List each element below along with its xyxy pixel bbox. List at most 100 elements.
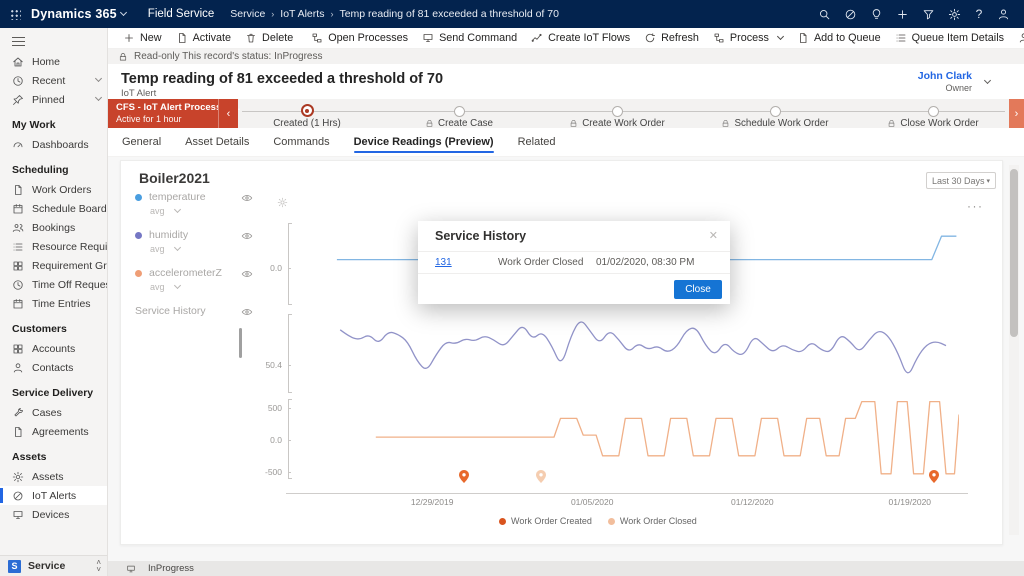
bpf-next-chevron[interactable]: › <box>1009 99 1024 128</box>
sidebar-item-resource-requireme-[interactable]: Resource Requireme... <box>0 237 107 256</box>
funnel-icon[interactable] <box>922 8 935 21</box>
sitemap-collapse-icon[interactable] <box>12 37 25 46</box>
app-launcher-waffle-icon[interactable] <box>10 9 21 20</box>
command-process[interactable]: Process <box>706 32 790 44</box>
visibility-eye-icon[interactable] <box>241 192 253 204</box>
environment-name[interactable]: Field Service <box>148 8 214 20</box>
dialog-close-x-icon[interactable]: ✕ <box>709 229 718 242</box>
dialog-close-button[interactable]: Close <box>674 280 722 299</box>
command-bar: NewActivateDelete Open Processes Send Comm… <box>108 28 1024 49</box>
command-open-processes[interactable]: Open Processes <box>304 32 415 44</box>
work-order-created-pin-icon[interactable] <box>929 470 939 483</box>
sidebar-item-time-off-requests[interactable]: Time Off Requests <box>0 275 107 294</box>
chart-settings-gear-icon[interactable] <box>277 197 288 208</box>
plus-icon[interactable] <box>896 8 909 21</box>
command-send-command[interactable]: Send Command <box>415 32 524 44</box>
sidebar-item-schedule-board[interactable]: Schedule Board <box>0 199 107 218</box>
series-color-dot <box>135 232 142 239</box>
tab-general[interactable]: General <box>122 136 161 156</box>
tab-device-readings-preview-[interactable]: Device Readings (Preview) <box>354 136 494 156</box>
refresh-icon <box>644 32 656 44</box>
sidebar-item-assets[interactable]: Assets <box>0 467 107 486</box>
clock-icon <box>12 279 24 291</box>
owner-field[interactable]: John Clark Owner <box>918 70 972 93</box>
sidebar-item-work-orders[interactable]: Work Orders <box>0 180 107 199</box>
series-item-temperature: temperatureavg <box>135 191 275 216</box>
series-aggregation-select[interactable]: avg <box>150 206 275 216</box>
bpf-stage-create-case[interactable]: Create Case <box>384 99 534 129</box>
sidebar-item-time-entries[interactable]: Time Entries <box>0 294 107 313</box>
command-create-iot-flows[interactable]: Create IoT Flows <box>524 32 637 44</box>
search-icon[interactable] <box>818 8 831 21</box>
monitor-icon <box>12 509 24 521</box>
tab-asset-details[interactable]: Asset Details <box>185 136 249 156</box>
sidebar-item-label: Home <box>32 56 60 68</box>
work-order-id-link[interactable]: 131 <box>435 257 452 268</box>
command-add-to-queue[interactable]: Add to Queue <box>790 32 888 44</box>
people-icon <box>12 222 24 234</box>
sidebar-item-cases[interactable]: Cases <box>0 403 107 422</box>
sidebar-item-dashboards[interactable]: Dashboards <box>0 135 107 154</box>
person-icon[interactable] <box>997 8 1010 21</box>
active-stage-bullseye-icon[interactable] <box>301 104 314 117</box>
x-axis-labels: 12/29/201901/05/202001/12/202001/19/2020 <box>311 497 959 509</box>
sidebar-item-devices[interactable]: Devices <box>0 505 107 524</box>
stage-circle-icon[interactable] <box>612 106 623 117</box>
sidebar-item-recent[interactable]: Recent <box>0 71 107 90</box>
site-map-sidebar: HomeRecentPinnedMy WorkDashboardsSchedul… <box>0 28 108 555</box>
sidebar-item-agreements[interactable]: Agreements <box>0 422 107 441</box>
grid-icon <box>12 343 24 355</box>
help-icon[interactable]: ? <box>974 8 984 21</box>
sidebar-item-iot-alerts[interactable]: IoT Alerts <box>0 486 107 505</box>
series-color-dot <box>135 194 142 201</box>
app-title[interactable]: Dynamics 365 <box>31 7 117 21</box>
sidebar-item-home[interactable]: Home <box>0 52 107 71</box>
tab-related[interactable]: Related <box>518 136 556 156</box>
command-label: Send Command <box>439 32 517 44</box>
command-assign[interactable]: Assign <box>1011 32 1024 44</box>
panel-more-icon[interactable]: ··· <box>967 199 984 213</box>
date-range-select[interactable]: Last 30 Days ▾ <box>926 172 996 189</box>
content-scrollbar-thumb[interactable] <box>1010 169 1018 337</box>
bpf-process-badge[interactable]: CFS - IoT Alert Process Fl... Active for… <box>108 99 218 128</box>
target-icon[interactable] <box>844 8 857 21</box>
sidebar-item-pinned[interactable]: Pinned <box>0 90 107 109</box>
bpf-stage-create-work-order[interactable]: Create Work Order <box>542 99 692 129</box>
breadcrumb-item[interactable]: IoT Alerts <box>280 8 324 20</box>
bpf-stage-created-1-hrs-[interactable]: Created (1 Hrs) <box>232 99 382 129</box>
header-chevron-down-icon[interactable] <box>984 77 991 84</box>
stage-circle-icon[interactable] <box>928 106 939 117</box>
accelerometerz-chart-band: 5000.0-500 <box>311 399 959 479</box>
series-color-dot <box>135 270 142 277</box>
bpf-stage-close-work-order[interactable]: Close Work Order <box>858 99 1008 129</box>
command-delete[interactable]: Delete <box>238 32 300 44</box>
command-queue-item-details[interactable]: Queue Item Details <box>888 32 1011 44</box>
command-new[interactable]: New <box>116 32 169 44</box>
area-switcher[interactable]: S Service ˄˅ <box>0 555 108 576</box>
work-order-created-pin-icon[interactable] <box>459 470 469 483</box>
breadcrumb-item[interactable]: Service <box>230 8 265 20</box>
sidebar-item-contacts[interactable]: Contacts <box>0 358 107 377</box>
work-order-closed-pin-icon[interactable] <box>536 470 546 483</box>
command-label: Queue Item Details <box>912 32 1004 44</box>
calendar-icon <box>12 203 24 215</box>
sidebar-item-requirement-groups[interactable]: Requirement Groups <box>0 256 107 275</box>
owner-name-link[interactable]: John Clark <box>918 70 972 82</box>
sidebar-item-bookings[interactable]: Bookings <box>0 218 107 237</box>
legend-work-order-closed: Work Order Closed <box>608 516 697 526</box>
lock-icon <box>569 119 578 128</box>
breadcrumb-item[interactable]: Temp reading of 81 exceeded a threshold … <box>339 8 559 20</box>
command-refresh[interactable]: Refresh <box>637 32 706 44</box>
trash-icon <box>245 32 257 44</box>
stage-circle-icon[interactable] <box>770 106 781 117</box>
work-order-timestamp: 01/02/2020, 08:30 PM <box>596 257 694 268</box>
bulb-icon[interactable] <box>870 8 883 21</box>
bpf-stage-schedule-work-order[interactable]: Schedule Work Order <box>700 99 850 129</box>
sidebar-item-label: Recent <box>32 75 65 87</box>
gear-icon[interactable] <box>948 8 961 21</box>
sidebar-item-accounts[interactable]: Accounts <box>0 339 107 358</box>
stage-circle-icon[interactable] <box>454 106 465 117</box>
tab-commands[interactable]: Commands <box>273 136 329 156</box>
content-scrollbar[interactable] <box>1009 165 1019 535</box>
command-activate[interactable]: Activate <box>169 32 238 44</box>
